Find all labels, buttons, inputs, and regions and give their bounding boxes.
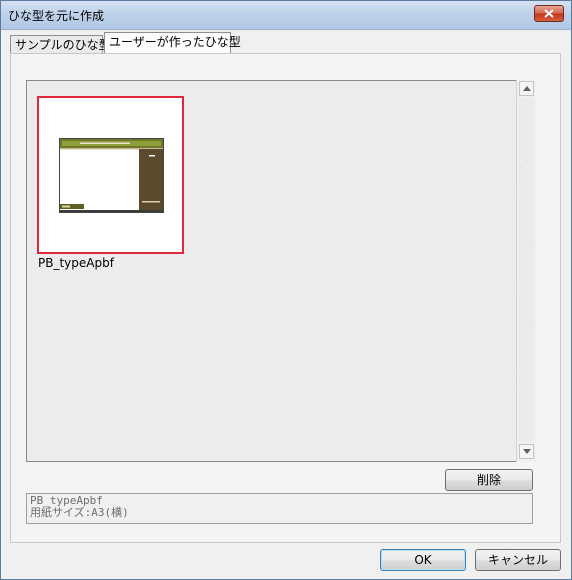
title-bar[interactable]: ひな型を元に作成 <box>1 1 571 30</box>
description-line-2: 用紙サイズ:A3(横) <box>30 506 129 519</box>
arrow-down-icon <box>523 449 531 454</box>
template-thumbnail <box>59 138 164 213</box>
scroll-down-button[interactable] <box>519 444 534 459</box>
delete-button[interactable]: 削除 <box>445 469 533 491</box>
tab-user-templates[interactable]: ユーザーが作ったひな型 <box>104 32 241 53</box>
close-button[interactable] <box>534 5 564 22</box>
scroll-track[interactable] <box>519 98 534 441</box>
tab-sample-templates[interactable]: サンプルのひな型 <box>10 35 111 53</box>
window-title: ひな型を元に作成 <box>8 9 105 23</box>
list-scrollbar[interactable] <box>516 80 536 462</box>
template-thumbnail-frame[interactable] <box>37 96 184 254</box>
ok-button[interactable]: OK <box>380 549 466 571</box>
cancel-button[interactable]: キャンセル <box>475 549 561 571</box>
template-name-label: PB_typeApbf <box>38 256 114 270</box>
arrow-up-icon <box>523 86 531 91</box>
scroll-up-button[interactable] <box>519 81 534 96</box>
template-item[interactable]: PB_typeApbf <box>37 96 185 276</box>
close-icon <box>544 9 554 18</box>
template-preview-image <box>60 139 163 212</box>
template-description: PB_typeApbf 用紙サイズ:A3(横) <box>26 493 533 524</box>
